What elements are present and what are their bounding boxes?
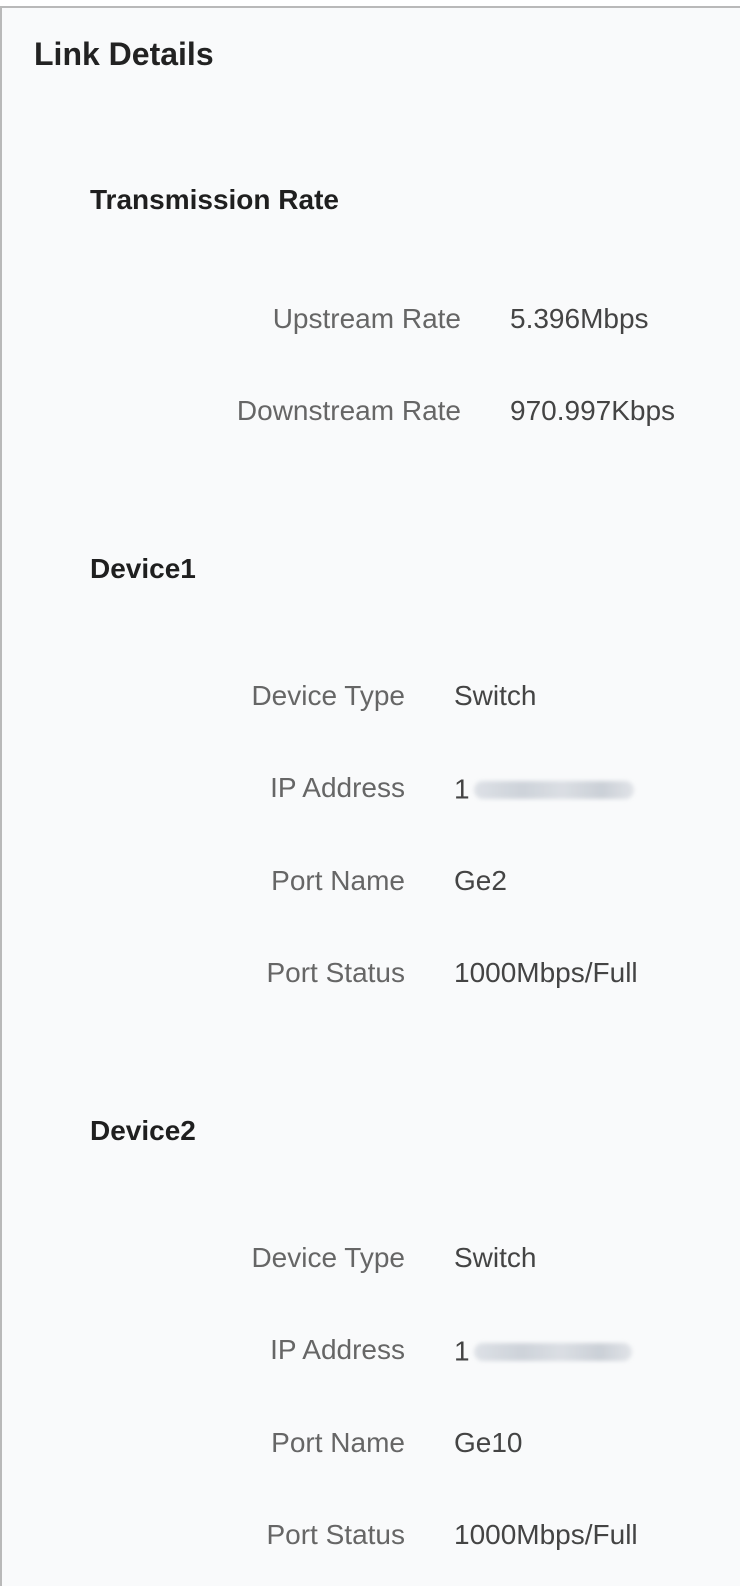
upstream-rate-label: Upstream Rate	[272, 303, 461, 334]
device2-ip-redaction	[473, 1342, 632, 1361]
device2-type-label: Device Type	[251, 1242, 405, 1273]
device2-ip-label: IP Address	[270, 1334, 405, 1365]
device1-port-name-row: Port Name Ge2	[2, 865, 742, 905]
device2-port-name-label: Port Name	[271, 1427, 405, 1458]
section-title-device2: Device2	[90, 1115, 196, 1146]
device1-port-status-row: Port Status 1000Mbps/Full	[2, 957, 742, 997]
device1-type-row: Device Type Switch	[2, 680, 742, 720]
device1-port-name-label: Port Name	[271, 865, 405, 896]
device2-type-value: Switch	[454, 1242, 537, 1273]
device2-ip-visible-prefix: 1	[454, 1335, 470, 1367]
upstream-rate-row: Upstream Rate 5.396Mbps	[2, 303, 742, 343]
downstream-rate-row: Downstream Rate 970.997Kbps	[2, 395, 742, 435]
device2-ip-value: 1	[454, 1334, 632, 1367]
panel-right-edge	[740, 6, 754, 1580]
device1-port-status-label: Port Status	[266, 957, 405, 988]
downstream-rate-value: 970.997Kbps	[510, 395, 676, 426]
link-details-panel: Link Details Transmission Rate Upstream …	[0, 6, 740, 1586]
device1-type-label: Device Type	[251, 680, 405, 711]
device2-port-name-row: Port Name Ge10	[2, 1427, 742, 1467]
upstream-rate-value: 5.396Mbps	[510, 303, 649, 334]
downstream-rate-label: Downstream Rate	[236, 395, 461, 426]
section-title-transmission-rate: Transmission Rate	[90, 184, 339, 215]
device1-ip-row: IP Address 1	[2, 772, 742, 812]
device2-port-status-value: 1000Mbps/Full	[454, 1519, 638, 1550]
device1-type-value: Switch	[454, 680, 537, 711]
device1-ip-redaction	[473, 780, 634, 799]
section-title-device1: Device1	[90, 553, 196, 584]
device1-ip-visible-prefix: 1	[454, 773, 470, 805]
device1-port-status-value: 1000Mbps/Full	[454, 957, 638, 988]
device2-type-row: Device Type Switch	[2, 1242, 742, 1282]
device1-ip-value: 1	[454, 772, 634, 805]
device2-ip-row: IP Address 1	[2, 1334, 742, 1374]
device2-port-name-value: Ge10	[454, 1427, 523, 1458]
device2-port-status-row: Port Status 1000Mbps/Full	[2, 1519, 742, 1559]
panel-title: Link Details	[34, 36, 214, 72]
device1-ip-label: IP Address	[270, 772, 405, 803]
device2-port-status-label: Port Status	[266, 1519, 405, 1550]
device1-port-name-value: Ge2	[454, 865, 507, 896]
